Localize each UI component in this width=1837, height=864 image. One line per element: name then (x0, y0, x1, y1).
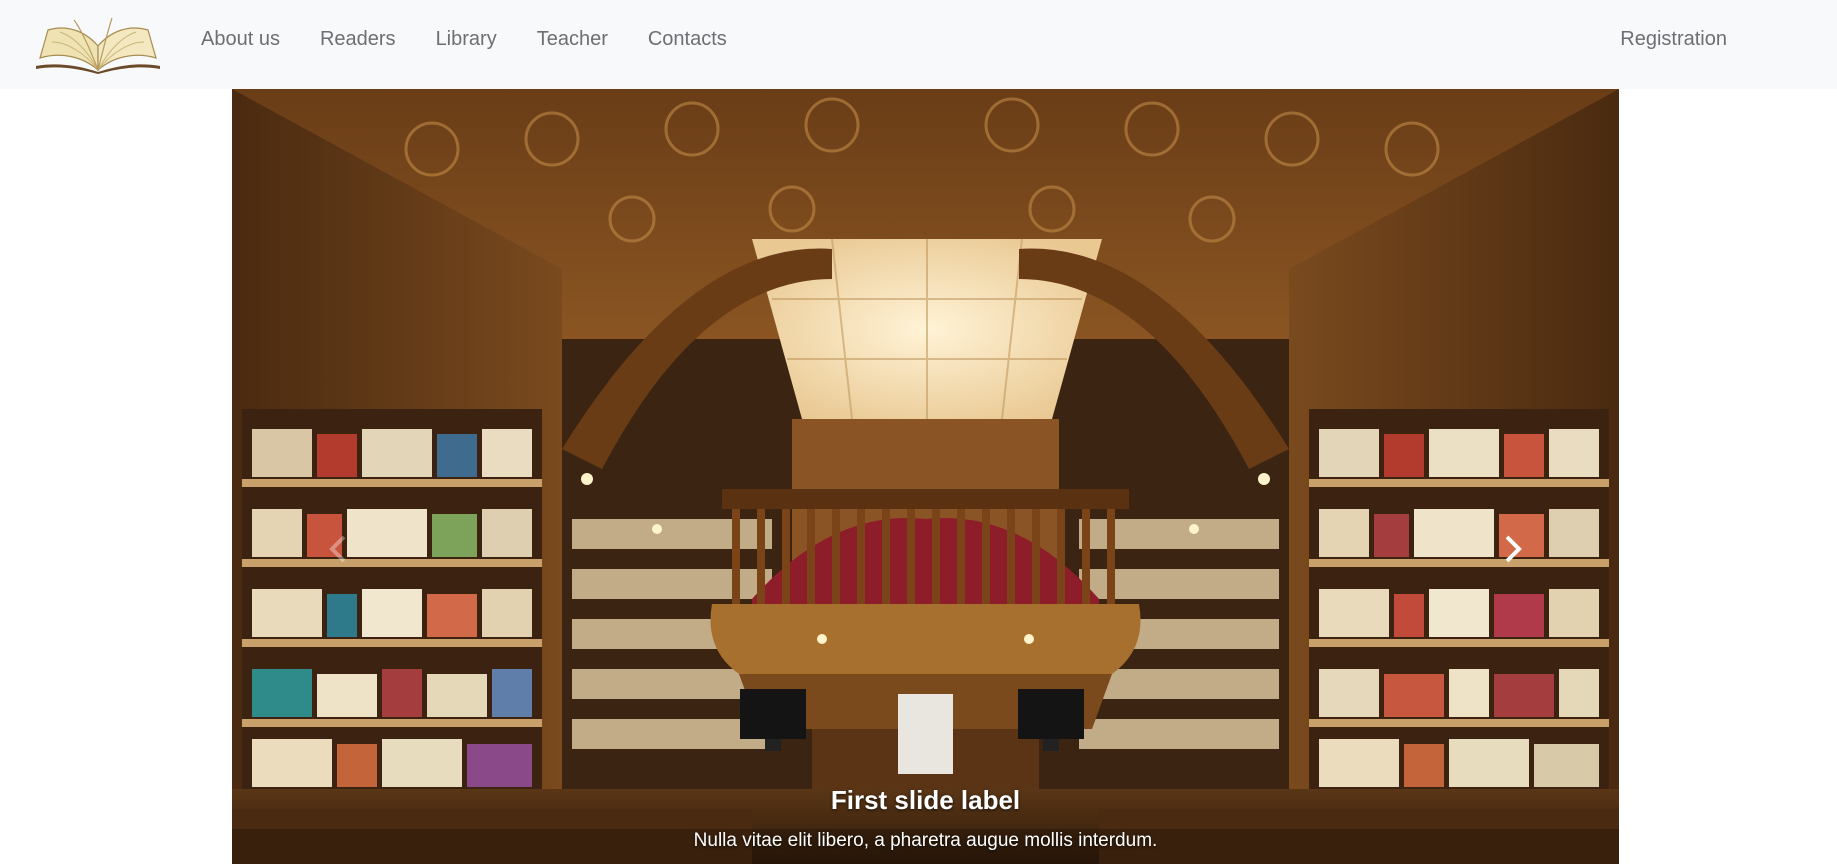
carousel-next-button[interactable] (1483, 509, 1543, 589)
nav-links: About us Readers Library Teacher Contact… (181, 0, 747, 79)
carousel-caption-title: First slide label (830, 785, 1021, 815)
library-interior-photo (232, 89, 1619, 864)
nav-right: Registration (1600, 0, 1747, 79)
carousel-prev-button[interactable] (308, 509, 368, 589)
chevron-left-icon (329, 535, 346, 563)
registration-link[interactable]: Registration (1600, 28, 1747, 51)
chevron-right-icon (1505, 535, 1522, 563)
nav-link-readers[interactable]: Readers (300, 28, 416, 51)
nav-link-contacts[interactable]: Contacts (628, 28, 747, 51)
nav-link-library[interactable]: Library (416, 28, 517, 51)
open-book-icon[interactable] (34, 12, 162, 74)
carousel-caption-text: Nulla vitae elit libero, a pharetra augu… (693, 830, 1158, 851)
nav-link-teacher[interactable]: Teacher (517, 28, 628, 51)
navbar: About us Readers Library Teacher Contact… (0, 0, 1837, 89)
nav-link-about-us[interactable]: About us (181, 28, 300, 51)
carousel-caption: First slide label Nulla vitae elit liber… (232, 785, 1619, 864)
image-carousel[interactable]: First slide label Nulla vitae elit liber… (232, 89, 1619, 864)
